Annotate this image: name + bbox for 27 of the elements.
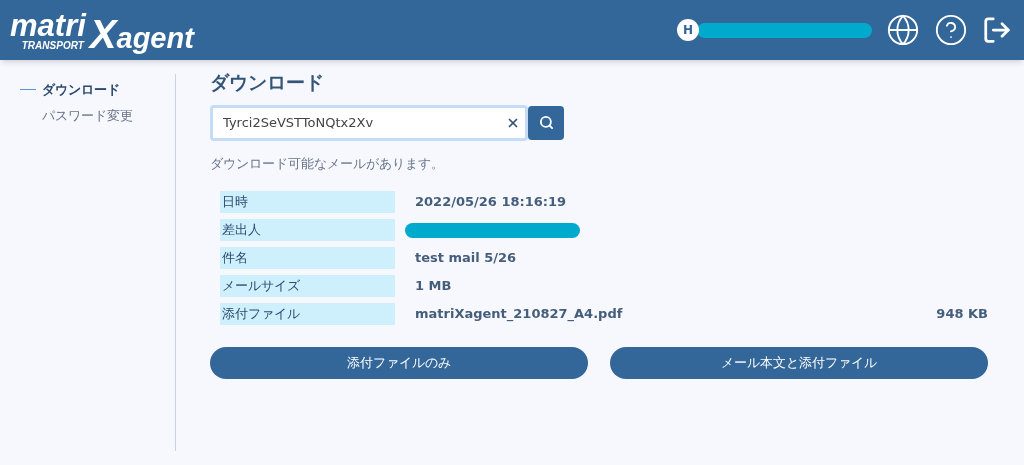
- page-title: ダウンロード: [210, 70, 325, 95]
- detail-value: matriXagent_210827_A4.pdf: [415, 305, 623, 324]
- search-icon: [538, 115, 554, 130]
- file-size: 948 KB: [936, 305, 988, 324]
- sidebar-item[interactable]: ダウンロード: [42, 80, 120, 100]
- logout-icon[interactable]: [982, 15, 1012, 45]
- detail-label: 添付ファイル: [220, 303, 395, 325]
- detail-label: 差出人: [220, 219, 395, 241]
- detail-value: 1 MB: [415, 277, 452, 296]
- sidebar-item[interactable]: パスワード変更: [42, 105, 133, 125]
- globe-icon[interactable]: [886, 13, 920, 47]
- search-field[interactable]: Tyrci2SeVSTToNQtx2Xv: [210, 104, 528, 141]
- download-button[interactable]: 添付ファイルのみ: [210, 347, 588, 379]
- logo-wordmark: agent: [116, 24, 194, 53]
- status-message: ダウンロード可能なメールがあります。: [210, 154, 445, 173]
- logo-tagline: TRANSPORT: [21, 41, 84, 51]
- detail-label: 件名: [220, 247, 395, 269]
- help-icon[interactable]: [934, 13, 968, 47]
- logo-mark: X: [89, 14, 117, 54]
- logo-wordmark: matri: [10, 10, 86, 41]
- detail-label: メールサイズ: [220, 275, 395, 297]
- search-button[interactable]: [528, 105, 564, 140]
- user-avatar[interactable]: H: [677, 19, 699, 41]
- download-button[interactable]: メール本文と添付ファイル: [610, 347, 988, 379]
- detail-value: 2022/05/26 18:16:19: [415, 193, 567, 212]
- detail-value: test mail 5/26: [415, 249, 517, 268]
- detail-label: 日時: [220, 191, 395, 213]
